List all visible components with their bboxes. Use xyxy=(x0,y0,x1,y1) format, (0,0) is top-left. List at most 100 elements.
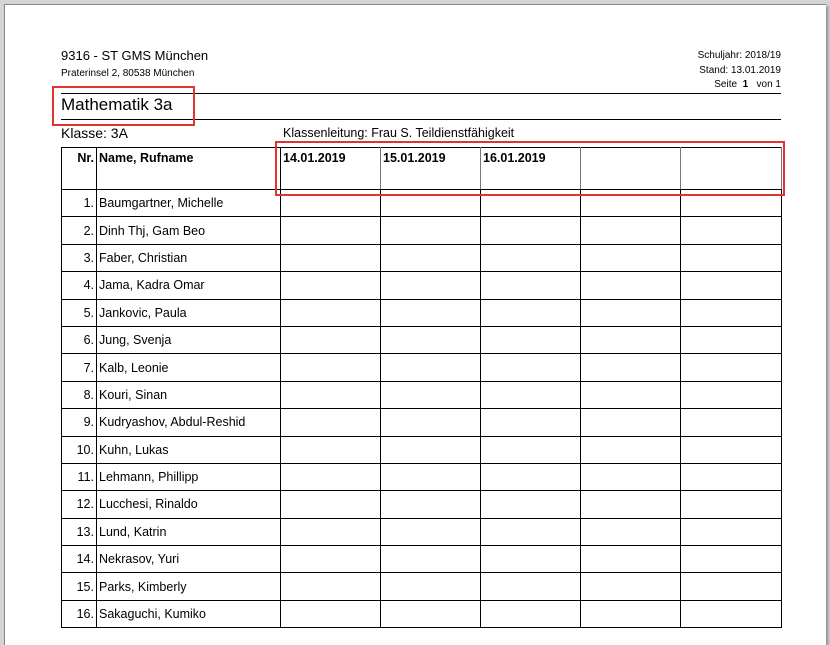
attendance-cell xyxy=(380,545,481,574)
table-row: 5. Jankovic, Paula xyxy=(61,298,782,327)
page-indicator: Seite 1 von 1 xyxy=(698,78,781,93)
table-row: 13. Lund, Katrin xyxy=(61,517,782,547)
table-row: 11. Lehmann, Phillipp xyxy=(61,462,782,492)
subject-title: Mathematik 3a xyxy=(61,95,173,114)
student-name: Lehmann, Phillipp xyxy=(96,462,281,492)
row-nr: 16. xyxy=(61,599,97,629)
row-nr: 6. xyxy=(61,325,97,355)
table-row: 10. Kuhn, Lukas xyxy=(61,435,782,464)
as-of-date: Stand: 13.01.2019 xyxy=(699,64,781,76)
row-nr: 9. xyxy=(61,408,97,437)
student-name: Nekrasov, Yuri xyxy=(96,545,281,574)
divider-bottom xyxy=(61,119,781,120)
attendance-cell xyxy=(280,517,381,547)
table-row: 12. Lucchesi, Rinaldo xyxy=(61,490,782,519)
row-nr: 8. xyxy=(61,380,97,410)
student-name: Kouri, Sinan xyxy=(96,380,281,410)
attendance-cell xyxy=(380,408,481,437)
row-nr: 13. xyxy=(61,517,97,547)
table-row: 16. Sakaguchi, Kumiko xyxy=(61,599,782,629)
attendance-cell xyxy=(580,188,681,218)
teacher-label: Klassenleitung: Frau S. Teildienstfähigk… xyxy=(283,126,515,140)
attendance-cell xyxy=(380,517,481,547)
attendance-cell xyxy=(280,572,381,601)
attendance-cell xyxy=(680,572,782,601)
attendance-cell xyxy=(480,599,581,629)
attendance-cell xyxy=(480,408,581,437)
attendance-cell xyxy=(480,545,581,574)
attendance-cell xyxy=(380,243,481,273)
attendance-cell xyxy=(680,298,782,327)
attendance-cell xyxy=(380,599,481,629)
attendance-cell xyxy=(280,298,381,327)
table-row: 9. Kudryashov, Abdul-Reshid xyxy=(61,408,782,437)
school-address: Praterinsel 2, 80538 München xyxy=(61,68,195,79)
attendance-cell xyxy=(380,298,481,327)
attendance-cell xyxy=(680,462,782,492)
header-date-5 xyxy=(680,147,782,190)
attendance-cell xyxy=(380,380,481,410)
student-name: Lucchesi, Rinaldo xyxy=(96,490,281,519)
row-nr: 3. xyxy=(61,243,97,273)
row-nr: 4. xyxy=(61,271,97,300)
attendance-cell xyxy=(580,435,681,464)
attendance-cell xyxy=(480,380,581,410)
attendance-cell xyxy=(580,408,681,437)
student-name: Faber, Christian xyxy=(96,243,281,273)
student-name: Baumgartner, Michelle xyxy=(96,188,281,218)
table-row: 3. Faber, Christian xyxy=(61,243,782,273)
student-name: Parks, Kimberly xyxy=(96,572,281,601)
attendance-cell xyxy=(380,188,481,218)
attendance-cell xyxy=(280,435,381,464)
attendance-cell xyxy=(480,490,581,519)
table-row: 2. Dinh Thj, Gam Beo xyxy=(61,216,782,245)
attendance-cell xyxy=(480,243,581,273)
table-row: 14. Nekrasov, Yuri xyxy=(61,545,782,574)
attendance-cell xyxy=(580,462,681,492)
attendance-cell xyxy=(480,325,581,355)
attendance-cell xyxy=(280,271,381,300)
school-name: 9316 - ST GMS München xyxy=(61,48,209,63)
class-label: Klasse: 3A xyxy=(61,125,128,141)
student-name: Kudryashov, Abdul-Reshid xyxy=(96,408,281,437)
attendance-cell xyxy=(580,517,681,547)
attendance-cell xyxy=(280,380,381,410)
header-date-2: 15.01.2019 xyxy=(380,147,481,190)
attendance-cell xyxy=(480,216,581,245)
attendance-cell xyxy=(380,435,481,464)
header-date-3: 16.01.2019 xyxy=(480,147,581,190)
row-nr: 15. xyxy=(61,572,97,601)
row-nr: 5. xyxy=(61,298,97,327)
attendance-cell xyxy=(480,353,581,382)
attendance-cell xyxy=(580,243,681,273)
row-nr: 12. xyxy=(61,490,97,519)
attendance-cell xyxy=(380,490,481,519)
attendance-cell xyxy=(680,325,782,355)
student-name: Jankovic, Paula xyxy=(96,298,281,327)
attendance-cell xyxy=(280,243,381,273)
attendance-cell xyxy=(480,298,581,327)
attendance-cell xyxy=(580,490,681,519)
page-number: 1 xyxy=(742,79,749,90)
student-name: Dinh Thj, Gam Beo xyxy=(96,216,281,245)
student-name: Jung, Svenja xyxy=(96,325,281,355)
attendance-cell xyxy=(580,572,681,601)
student-name: Sakaguchi, Kumiko xyxy=(96,599,281,629)
attendance-cell xyxy=(580,271,681,300)
attendance-cell xyxy=(380,271,481,300)
attendance-cell xyxy=(480,271,581,300)
attendance-cell xyxy=(680,435,782,464)
row-nr: 7. xyxy=(61,353,97,382)
attendance-table: Nr. Name, Rufname 14.01.2019 15.01.2019 … xyxy=(61,147,782,629)
attendance-cell xyxy=(280,545,381,574)
header-date-1: 14.01.2019 xyxy=(280,147,381,190)
attendance-cell xyxy=(280,599,381,629)
row-nr: 1. xyxy=(61,188,97,218)
attendance-cell xyxy=(680,271,782,300)
header-date-4 xyxy=(580,147,681,190)
attendance-cell xyxy=(380,216,481,245)
student-name: Kuhn, Lukas xyxy=(96,435,281,464)
attendance-cell xyxy=(280,325,381,355)
attendance-cell xyxy=(680,408,782,437)
attendance-cell xyxy=(280,408,381,437)
